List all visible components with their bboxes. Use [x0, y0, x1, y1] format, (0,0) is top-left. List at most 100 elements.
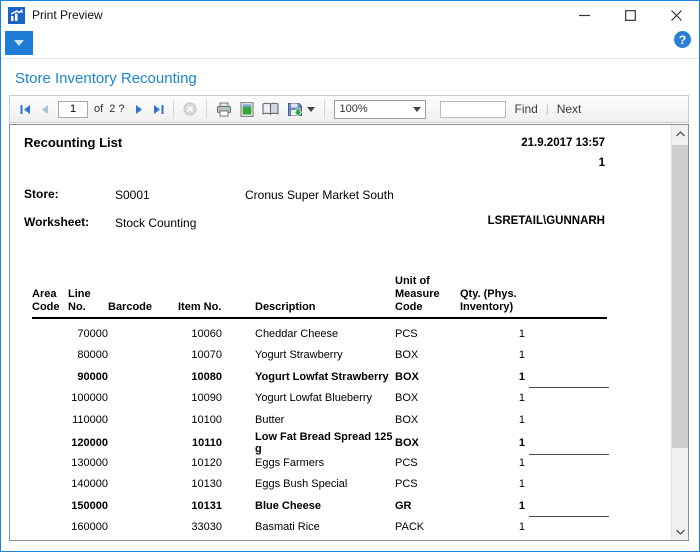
- chevron-down-icon: [14, 40, 24, 46]
- cell-description: Butter: [255, 413, 285, 426]
- cell-qty: 1: [518, 413, 525, 426]
- cell-count-line: [525, 366, 610, 388]
- table-header-row: Area Code Line No. Barcode Item No. Desc…: [32, 275, 671, 314]
- previous-page-button[interactable]: [35, 102, 54, 117]
- cell-line-no: 70000: [77, 327, 108, 340]
- cell-uom: BOX: [395, 392, 419, 405]
- find-button[interactable]: Find: [514, 102, 537, 116]
- print-layout-button[interactable]: [236, 100, 258, 119]
- page-setup-button[interactable]: [258, 100, 283, 118]
- cell-item-no: 10080: [191, 370, 222, 383]
- find-next-button[interactable]: Next: [557, 102, 582, 116]
- report-viewer-toolbar: of 2 ?: [9, 95, 689, 123]
- table-body: 70000 10060 Cheddar Cheese PCS 1 80000 1…: [10, 323, 671, 538]
- cell-count-line: [525, 452, 610, 474]
- cell-item-no: 10131: [191, 499, 222, 512]
- toolbar-separator: [173, 100, 175, 118]
- toolbar-separator: [206, 100, 208, 118]
- cell-line-no: 130000: [71, 456, 108, 469]
- table-row: 80000 10070 Yogurt Strawberry BOX 1: [32, 345, 671, 367]
- cell-line-no: 100000: [71, 392, 108, 405]
- worksheet-value: Stock Counting: [115, 216, 197, 230]
- cell-description: Cheddar Cheese: [255, 327, 339, 340]
- cell-count-line: [525, 431, 610, 455]
- cell-item-no: 10100: [191, 413, 222, 426]
- zoom-caret-icon: [413, 106, 422, 112]
- cell-line-no: 150000: [71, 499, 108, 512]
- report-app-icon: [8, 6, 25, 24]
- user-id: LSRETAIL\GUNNARH: [487, 215, 605, 227]
- scroll-down-button[interactable]: [672, 523, 688, 540]
- table-row: 100000 10090 Yogurt Lowfat Blueberry BOX…: [32, 388, 671, 410]
- cell-line-no: 140000: [71, 478, 108, 491]
- zoom-select[interactable]: 100%: [334, 99, 427, 119]
- cell-uom: BOX: [395, 349, 419, 362]
- cell-qty: 1: [518, 456, 525, 469]
- table-row: 90000 10080 Yogurt Lowfat Strawberry BOX…: [32, 366, 671, 388]
- cell-count-line: [525, 517, 610, 539]
- store-name: Cronus Super Market South: [245, 188, 394, 202]
- cell-qty: 1: [518, 521, 525, 534]
- zoom-value: 100%: [339, 103, 368, 115]
- worksheet-label: Worksheet:: [24, 215, 90, 229]
- cell-item-no: 10110: [192, 436, 222, 449]
- cell-description: Blue Cheese: [255, 499, 322, 512]
- last-page-button[interactable]: [149, 102, 168, 117]
- col-header-area-code: Area Code: [32, 288, 60, 313]
- cell-uom: BOX: [395, 413, 419, 426]
- report-preview-pane: Recounting List 21.9.2017 13:57 1 Store:…: [9, 124, 689, 541]
- table-row: 140000 10130 Eggs Bush Special PCS 1: [32, 474, 671, 496]
- cell-line-no: 160000: [71, 521, 108, 534]
- store-label: Store:: [24, 187, 59, 201]
- scroll-up-button[interactable]: [672, 125, 688, 142]
- cell-uom: PACK: [395, 521, 425, 534]
- close-button[interactable]: [653, 1, 699, 29]
- cell-count-line: [525, 474, 610, 496]
- first-page-button[interactable]: [16, 102, 35, 117]
- scrollbar-thumb[interactable]: [672, 145, 688, 448]
- report-datetime: 21.9.2017 13:57: [521, 137, 605, 149]
- cell-count-line: [525, 323, 610, 345]
- table-row: 160000 33030 Basmati Rice PACK 1: [32, 517, 671, 539]
- cell-qty: 1: [518, 392, 525, 405]
- cell-qty: 1: [518, 370, 525, 383]
- report-page-number: 1: [598, 157, 605, 169]
- cancel-rendering-button[interactable]: [179, 100, 201, 118]
- find-next-separator: |: [545, 103, 549, 115]
- find-text-input[interactable]: [440, 100, 507, 118]
- maximize-button[interactable]: [607, 1, 653, 29]
- cell-item-no: 10070: [191, 349, 222, 362]
- cell-description: Basmati Rice: [255, 521, 320, 534]
- cell-line-no: 110000: [72, 413, 108, 426]
- print-preview-window: Print Preview ? Store Inventory Recounti…: [0, 0, 700, 552]
- cell-description: Eggs Farmers: [255, 456, 325, 469]
- print-button[interactable]: [212, 100, 236, 119]
- cell-uom: BOX: [395, 370, 419, 383]
- cell-qty: 1: [518, 478, 525, 491]
- next-page-button[interactable]: [130, 102, 149, 117]
- menu-strip: ?: [1, 29, 699, 59]
- report-title: Recounting List: [24, 135, 123, 150]
- recounting-table: Area Code Line No. Barcode Item No. Desc…: [10, 275, 671, 538]
- cell-line-no: 90000: [77, 370, 108, 383]
- col-header-uom: Unit of Measure Code: [395, 275, 440, 313]
- cell-qty: 1: [518, 436, 525, 449]
- of-label: of: [94, 103, 104, 115]
- cell-line-no: 80000: [77, 349, 108, 362]
- cell-uom: PCS: [395, 327, 418, 340]
- export-dropdown-caret-icon: [307, 106, 316, 112]
- vertical-scrollbar[interactable]: [671, 125, 688, 540]
- cell-qty: 1: [518, 349, 525, 362]
- actions-dropdown-button[interactable]: [5, 31, 33, 55]
- minimize-button[interactable]: [561, 1, 607, 29]
- title-bar: Print Preview: [1, 1, 699, 29]
- cell-qty: 1: [518, 327, 525, 340]
- cell-qty: 1: [518, 499, 525, 512]
- cell-description: Yogurt Lowfat Strawberry: [255, 370, 389, 383]
- col-header-barcode: Barcode: [108, 301, 153, 313]
- cell-description: Eggs Bush Special: [255, 478, 348, 491]
- table-header-rule: [32, 317, 607, 319]
- help-button[interactable]: ?: [674, 31, 691, 48]
- current-page-input[interactable]: [58, 100, 88, 118]
- export-button[interactable]: [283, 100, 319, 119]
